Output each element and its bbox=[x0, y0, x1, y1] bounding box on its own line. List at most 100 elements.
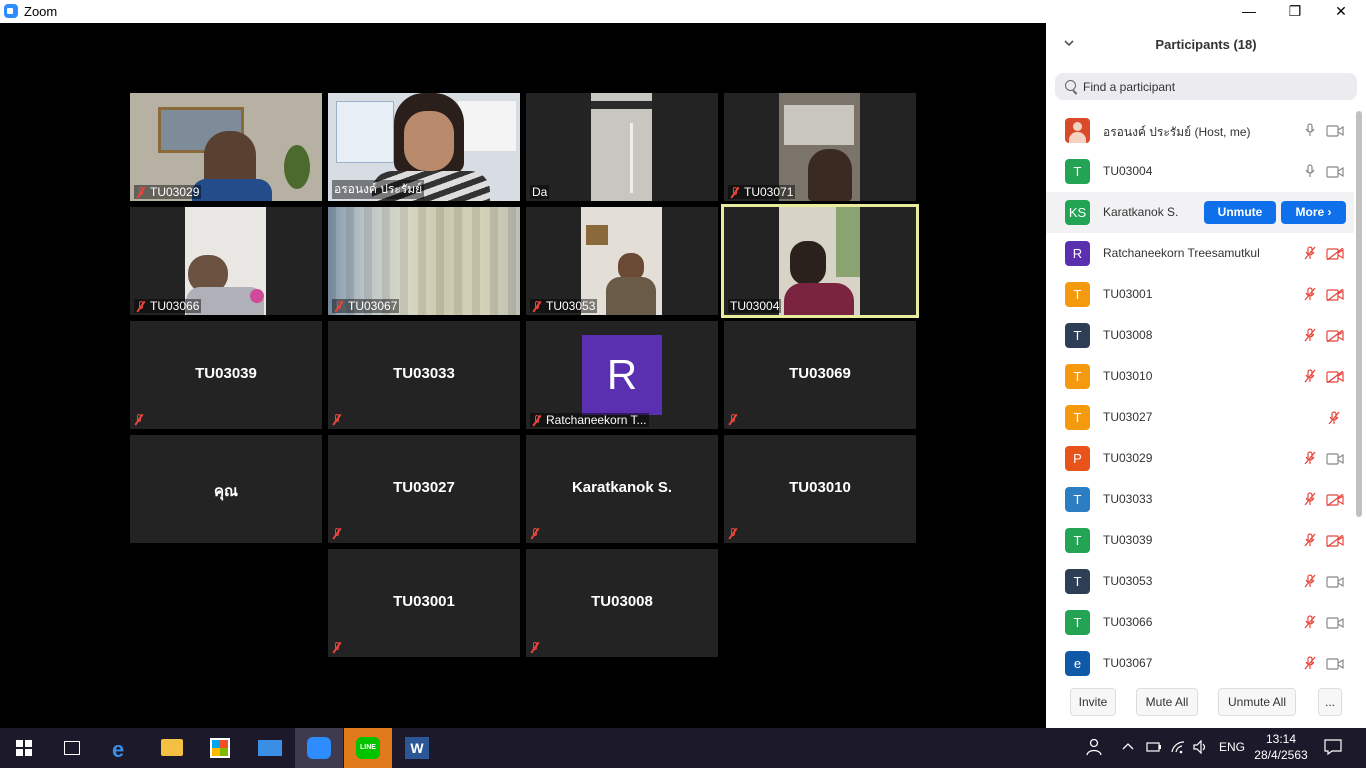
clock-time[interactable]: 13:14 bbox=[1256, 732, 1306, 746]
search-input[interactable] bbox=[1083, 73, 1343, 100]
more-options-button[interactable]: ... bbox=[1318, 688, 1342, 716]
participant-row[interactable]: e TU03067 bbox=[1046, 643, 1354, 680]
mic-icon[interactable] bbox=[1304, 123, 1316, 137]
participant-row[interactable]: T TU03033 bbox=[1046, 479, 1354, 520]
muted-mic-icon[interactable] bbox=[1304, 451, 1316, 465]
video-icon[interactable] bbox=[1326, 657, 1344, 670]
participant-row[interactable]: T TU03066 bbox=[1046, 602, 1354, 643]
video-tile[interactable]: Karatkanok S. bbox=[526, 435, 718, 543]
video-tile[interactable]: TU03069 bbox=[724, 321, 916, 429]
muted-mic-icon[interactable] bbox=[1304, 328, 1316, 342]
task-view-button[interactable] bbox=[48, 728, 96, 768]
scrollbar[interactable] bbox=[1356, 111, 1362, 517]
line-taskbar-button[interactable]: LINE bbox=[344, 728, 392, 768]
video-icon[interactable] bbox=[1326, 124, 1344, 137]
unmute-all-button[interactable]: Unmute All bbox=[1218, 688, 1296, 716]
video-tile[interactable]: TU03027 bbox=[328, 435, 520, 543]
video-off-icon[interactable] bbox=[1326, 370, 1344, 384]
participant-row[interactable]: T TU03010 bbox=[1046, 356, 1354, 397]
participant-row[interactable]: P TU03029 bbox=[1046, 438, 1354, 479]
muted-mic-icon[interactable] bbox=[1304, 615, 1316, 629]
search-box[interactable] bbox=[1055, 73, 1357, 100]
notification-icon[interactable] bbox=[1324, 739, 1342, 758]
video-tile[interactable]: TU03001 bbox=[328, 549, 520, 657]
participant-row[interactable]: KS Karatkanok S. Unmute More › bbox=[1046, 192, 1354, 233]
video-tile[interactable]: TU03071 bbox=[724, 93, 916, 201]
participant-row[interactable]: T TU03004 bbox=[1046, 151, 1354, 192]
video-tile[interactable]: TU03029 bbox=[130, 93, 322, 201]
video-tile[interactable]: คุณ bbox=[130, 435, 322, 543]
participant-row[interactable]: T TU03053 bbox=[1046, 561, 1354, 602]
file-explorer-button[interactable] bbox=[148, 728, 196, 768]
video-tile[interactable]: TU03010 bbox=[724, 435, 916, 543]
muted-mic-icon[interactable] bbox=[1328, 411, 1346, 425]
muted-mic-icon[interactable] bbox=[1304, 533, 1316, 547]
video-tile[interactable]: TU03066 bbox=[130, 207, 322, 315]
video-tile[interactable]: TU03053 bbox=[526, 207, 718, 315]
video-tile[interactable]: TU03039 bbox=[130, 321, 322, 429]
tile-name-label: TU03029 bbox=[134, 185, 202, 199]
participant-row[interactable]: T TU03027 bbox=[1046, 397, 1354, 438]
restore-button[interactable]: ❐ bbox=[1272, 0, 1318, 23]
muted-mic-icon bbox=[530, 528, 540, 539]
video-tile[interactable]: TU03008 bbox=[526, 549, 718, 657]
store-button[interactable] bbox=[196, 728, 244, 768]
video-tile-active-speaker[interactable]: TU03004 bbox=[721, 204, 919, 318]
video-icon[interactable] bbox=[1326, 452, 1344, 465]
edge-button[interactable]: e bbox=[98, 728, 146, 768]
video-tile[interactable]: Da bbox=[526, 93, 718, 201]
minimize-button[interactable]: — bbox=[1226, 0, 1272, 23]
participant-row[interactable]: อรอนงค์ ประรัมย์ (Host, me) bbox=[1046, 110, 1354, 151]
presentation-slide bbox=[336, 101, 394, 163]
muted-mic-icon[interactable] bbox=[1304, 492, 1316, 506]
clock-date[interactable]: 28/4/2563 bbox=[1250, 748, 1312, 762]
close-button[interactable]: ✕ bbox=[1318, 0, 1364, 23]
more-button[interactable]: More › bbox=[1281, 201, 1346, 224]
people-icon[interactable] bbox=[1086, 738, 1102, 759]
video-off-icon[interactable] bbox=[1326, 534, 1344, 548]
video-icon[interactable] bbox=[1326, 616, 1344, 629]
video-tile[interactable]: TU03033 bbox=[328, 321, 520, 429]
tile-center-name: คุณ bbox=[214, 483, 238, 500]
avatar bbox=[1065, 118, 1090, 143]
muted-mic-icon[interactable] bbox=[1304, 287, 1316, 301]
video-tile[interactable]: R Ratchaneekorn T... bbox=[526, 321, 718, 429]
mute-all-button[interactable]: Mute All bbox=[1136, 688, 1198, 716]
battery-icon[interactable] bbox=[1146, 741, 1162, 756]
video-off-icon[interactable] bbox=[1326, 329, 1344, 343]
participant-row[interactable]: R Ratchaneekorn Treesamutkul bbox=[1046, 233, 1354, 274]
avatar: P bbox=[1065, 446, 1090, 471]
person-body bbox=[606, 277, 656, 315]
muted-mic-icon[interactable] bbox=[1304, 369, 1316, 383]
speaker-icon[interactable] bbox=[1193, 739, 1209, 757]
tile-name-label: อรอนงค์ ประรัมย์ bbox=[332, 180, 425, 199]
muted-mic-icon[interactable] bbox=[1304, 656, 1316, 670]
muted-mic-icon[interactable] bbox=[1304, 574, 1316, 588]
wifi-icon[interactable] bbox=[1170, 740, 1186, 757]
unmute-button[interactable]: Unmute bbox=[1204, 201, 1276, 224]
panel-title: Participants (18) bbox=[1155, 37, 1257, 52]
slide-poster bbox=[458, 101, 516, 151]
language-indicator[interactable]: ENG bbox=[1219, 740, 1245, 754]
mail-button[interactable] bbox=[246, 728, 294, 768]
video-off-icon[interactable] bbox=[1326, 493, 1344, 507]
avatar: T bbox=[1065, 569, 1090, 594]
participant-row[interactable]: T TU03039 bbox=[1046, 520, 1354, 561]
video-tile[interactable]: TU03067 bbox=[328, 207, 520, 315]
muted-mic-icon[interactable] bbox=[1304, 246, 1316, 260]
store-icon bbox=[210, 738, 230, 758]
participant-row[interactable]: T TU03008 bbox=[1046, 315, 1354, 356]
invite-button[interactable]: Invite bbox=[1070, 688, 1116, 716]
video-off-icon[interactable] bbox=[1326, 247, 1344, 261]
video-off-icon[interactable] bbox=[1326, 288, 1344, 302]
start-button[interactable] bbox=[0, 728, 48, 768]
chevron-up-icon[interactable] bbox=[1122, 740, 1134, 754]
video-tile[interactable]: อรอนงค์ ประรัมย์ bbox=[328, 93, 520, 201]
zoom-taskbar-button[interactable] bbox=[295, 728, 343, 768]
word-taskbar-button[interactable]: W bbox=[392, 728, 440, 768]
mic-icon[interactable] bbox=[1304, 164, 1316, 178]
video-icon[interactable] bbox=[1326, 165, 1344, 178]
video-icon[interactable] bbox=[1326, 575, 1344, 588]
participant-row[interactable]: T TU03001 bbox=[1046, 274, 1354, 315]
person-shirt bbox=[192, 179, 272, 201]
